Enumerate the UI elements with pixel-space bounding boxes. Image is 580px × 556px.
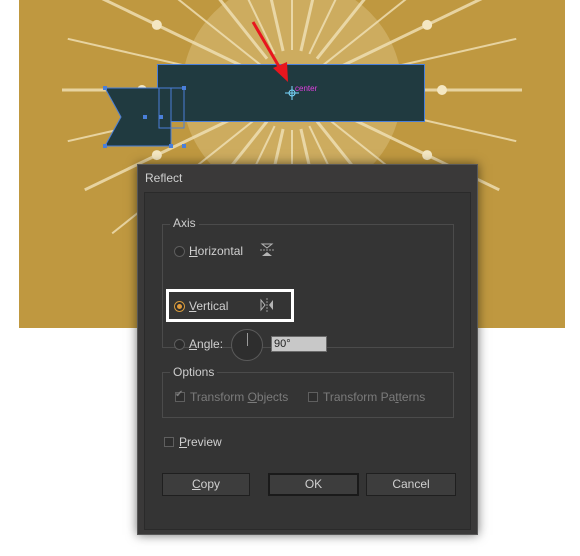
angle-radio[interactable] bbox=[174, 339, 185, 350]
vertical-radio[interactable] bbox=[174, 301, 185, 312]
preview-checkbox[interactable] bbox=[164, 437, 174, 447]
dialog-body: Axis Horizontal Vertical Angle: 90° Opti… bbox=[144, 192, 471, 530]
axis-group bbox=[162, 224, 454, 348]
cancel-button[interactable]: Cancel bbox=[366, 473, 456, 496]
reflect-vertical-icon bbox=[260, 298, 273, 312]
copy-button[interactable]: Copy bbox=[162, 473, 250, 496]
ok-button[interactable]: OK bbox=[268, 473, 359, 496]
reflect-horizontal-icon bbox=[260, 243, 274, 256]
angle-label[interactable]: Angle: bbox=[189, 337, 223, 351]
transform-patterns-checkbox[interactable] bbox=[308, 392, 318, 402]
reflect-dialog: Reflect Axis Horizontal Vertical Angle: … bbox=[137, 164, 478, 535]
transform-objects-label[interactable]: Transform Objects bbox=[190, 390, 288, 404]
burst-dot bbox=[437, 85, 447, 95]
ribbon-tail-shape[interactable] bbox=[103, 84, 189, 152]
transform-patterns-label[interactable]: Transform Patterns bbox=[323, 390, 425, 404]
horizontal-label[interactable]: Horizontal bbox=[189, 244, 243, 258]
transform-objects-checkbox[interactable] bbox=[175, 389, 185, 402]
angle-input[interactable]: 90° bbox=[271, 336, 327, 352]
burst-dot bbox=[422, 150, 433, 161]
horizontal-radio[interactable] bbox=[174, 246, 185, 257]
burst-dot bbox=[422, 19, 433, 30]
dialog-title: Reflect bbox=[145, 171, 183, 185]
center-label: center bbox=[295, 84, 318, 93]
vertical-label[interactable]: Vertical bbox=[189, 299, 228, 313]
axis-group-label: Axis bbox=[170, 216, 199, 230]
angle-dial[interactable] bbox=[231, 329, 263, 361]
burst-dot bbox=[151, 19, 162, 30]
options-group-label: Options bbox=[170, 365, 218, 379]
red-arrow-annotation bbox=[251, 21, 288, 82]
preview-label[interactable]: Preview bbox=[179, 435, 222, 449]
